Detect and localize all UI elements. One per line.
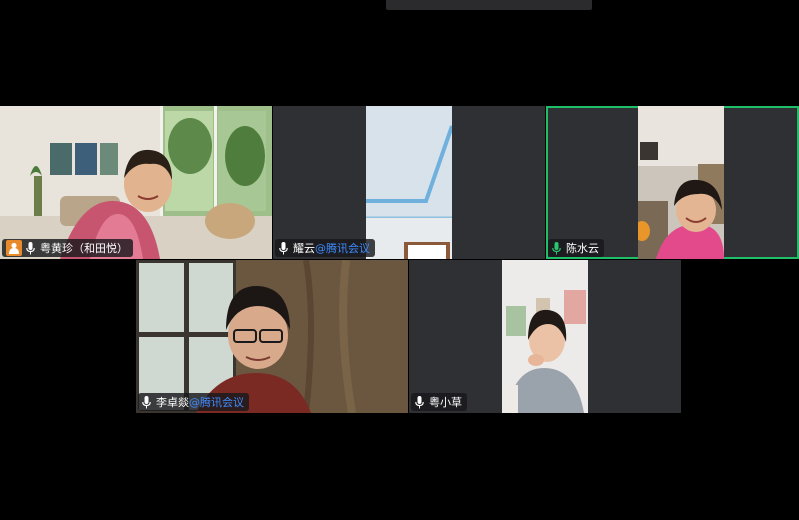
microphone-icon[interactable] [142,395,151,409]
video-tile-5[interactable]: 粤小草 [409,260,681,413]
participant-video [136,260,408,413]
host-icon [6,240,22,256]
video-tile-1[interactable]: 粤黄珍（和田悦） [0,106,272,259]
participant-name-tag: 粤黄珍（和田悦） [2,239,133,257]
participant-name-tag: 陈水云 [548,239,604,257]
participant-name-tag: 李卓燚 @腾讯会议 [138,393,249,411]
video-tile-4[interactable]: 李卓燚 @腾讯会议 [136,260,408,413]
video-tile-3[interactable]: 陈水云 [546,106,799,259]
participant-name-tag: 耀云 @腾讯会议 [275,239,375,257]
participant-video [502,260,588,413]
participant-name: 李卓燚 [156,396,189,409]
participant-name: 陈水云 [566,242,599,255]
microphone-icon[interactable] [415,395,424,409]
microphone-icon[interactable] [552,241,561,255]
top-toolbar-handle[interactable] [386,0,592,10]
participant-video [366,106,452,259]
participant-name: 耀云 [293,242,315,255]
microphone-icon[interactable] [279,241,288,255]
participant-video [0,106,272,259]
participant-name: 粤小草 [429,396,462,409]
participant-name-tag: 粤小草 [411,393,467,411]
microphone-icon[interactable] [26,241,35,255]
video-tile-2[interactable]: 耀云 @腾讯会议 [273,106,545,259]
participant-name: 粤黄珍（和田悦） [40,242,128,255]
participant-name-suffix: @腾讯会议 [315,242,370,255]
participant-name-suffix: @腾讯会议 [189,396,244,409]
participant-video [638,106,724,259]
meeting-stage: 粤黄珍（和田悦） 耀云 @腾讯会议 陈水云 李卓燚 @腾讯会议 粤小草 [0,0,799,520]
